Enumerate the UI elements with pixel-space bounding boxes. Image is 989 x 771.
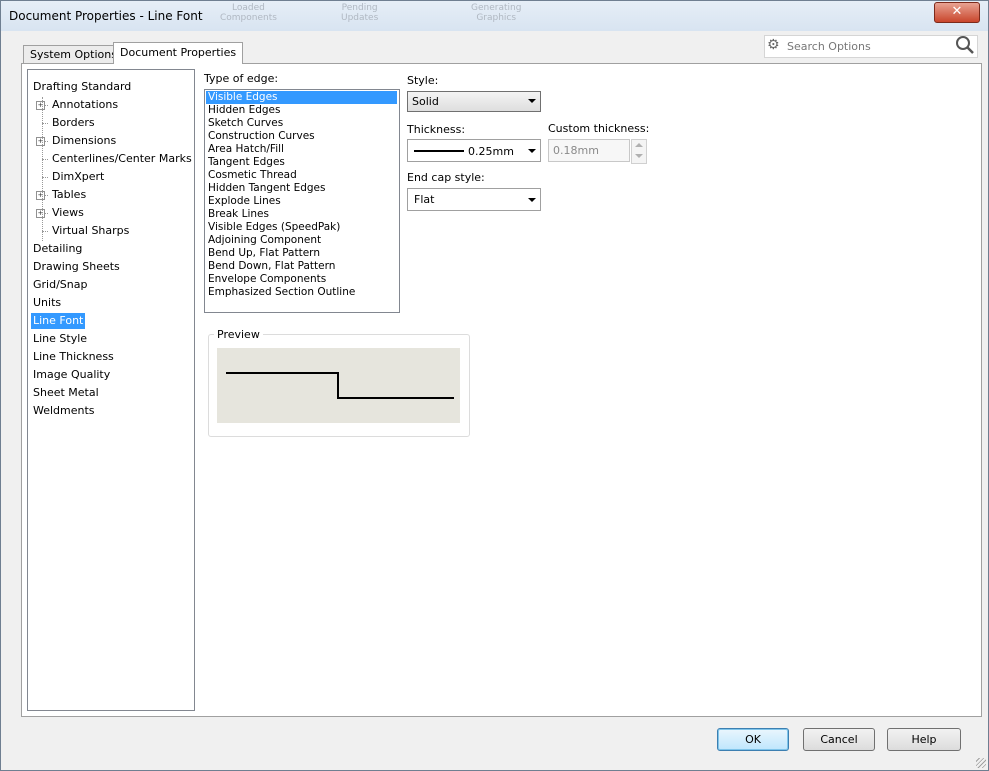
thickness-dropdown[interactable]: 0.25mm: [407, 139, 541, 162]
edge-type-label: Type of edge:: [204, 72, 279, 85]
expand-icon[interactable]: +: [36, 191, 45, 200]
list-item[interactable]: Bend Down, Flat Pattern: [208, 260, 335, 273]
tab-system-options[interactable]: System Options: [23, 45, 124, 64]
tree-item[interactable]: Units: [33, 295, 61, 311]
dialog-window: Document Properties - Line Font Loaded C…: [0, 0, 989, 771]
expand-icon[interactable]: +: [36, 209, 45, 218]
chevron-down-icon[interactable]: [635, 154, 643, 158]
list-item[interactable]: Construction Curves: [208, 130, 315, 143]
search-icon[interactable]: [955, 35, 975, 55]
list-item[interactable]: Sketch Curves: [208, 117, 283, 130]
custom-thickness-value: 0.18mm: [553, 144, 599, 157]
tree-connector: [42, 97, 43, 241]
style-value: Solid: [412, 95, 439, 108]
preview-group: Preview: [208, 328, 470, 437]
ok-button[interactable]: OK: [717, 728, 789, 751]
list-item[interactable]: Tangent Edges: [208, 156, 285, 169]
ghost-status-pending: Pending Updates: [341, 3, 379, 23]
list-item[interactable]: Explode Lines: [208, 195, 281, 208]
cancel-button[interactable]: Cancel: [803, 728, 875, 751]
tree-item[interactable]: Centerlines/Center Marks: [52, 151, 192, 167]
gear-icon[interactable]: ⚙: [767, 37, 780, 53]
tree-item[interactable]: Image Quality: [33, 367, 110, 383]
style-label: Style:: [407, 74, 439, 87]
end-cap-value: Flat: [414, 193, 435, 206]
list-item[interactable]: Hidden Tangent Edges: [208, 182, 326, 195]
list-item[interactable]: Cosmetic Thread: [208, 169, 297, 182]
chevron-down-icon: [528, 198, 536, 202]
end-cap-label: End cap style:: [407, 171, 485, 184]
window-title: Document Properties - Line Font: [9, 9, 203, 23]
tree-item[interactable]: Sheet Metal: [33, 385, 99, 401]
tree-item[interactable]: Grid/Snap: [33, 277, 87, 293]
help-button[interactable]: Help: [887, 728, 961, 751]
tree-item[interactable]: Dimensions: [52, 133, 116, 149]
chevron-down-icon: [528, 149, 536, 153]
expand-icon[interactable]: +: [36, 101, 45, 110]
edge-type-list[interactable]: Visible Edges Hidden Edges Sketch Curves Co…: [204, 89, 400, 313]
list-item[interactable]: Bend Up, Flat Pattern: [208, 247, 320, 260]
chevron-down-icon: [528, 99, 536, 103]
options-tree: Drafting Standard + Annotations Borders + Dim…: [27, 69, 195, 711]
list-item[interactable]: Envelope Components: [208, 273, 326, 286]
tree-item[interactable]: Detailing: [33, 241, 82, 257]
tree-item[interactable]: Line Font: [31, 313, 86, 329]
style-dropdown[interactable]: Solid: [407, 91, 541, 112]
line-sample-icon: [414, 150, 464, 152]
custom-thickness-stepper[interactable]: [631, 139, 647, 164]
search-input[interactable]: Search Options: [787, 40, 871, 53]
title-bar: Document Properties - Line Font Loaded C…: [1, 1, 988, 31]
end-cap-dropdown[interactable]: Flat: [407, 188, 541, 211]
tab-document-properties[interactable]: Document Properties: [113, 42, 244, 64]
search-box[interactable]: ⚙ Search Options: [764, 35, 978, 58]
tree-item[interactable]: Tables: [52, 187, 86, 203]
custom-thickness-field[interactable]: 0.18mm: [548, 139, 630, 162]
tree-item[interactable]: DimXpert: [52, 169, 104, 185]
ghost-status-loaded: Loaded Components: [220, 3, 277, 23]
tree-item[interactable]: Line Thickness: [33, 349, 114, 365]
list-item[interactable]: Visible Edges (SpeedPak): [208, 221, 340, 234]
tree-item[interactable]: Line Style: [33, 331, 87, 347]
tree-item[interactable]: Annotations: [52, 97, 118, 113]
tree-item[interactable]: Borders: [52, 115, 95, 131]
tree-item[interactable]: Views: [52, 205, 84, 221]
options-panel: Drafting Standard + Annotations Borders + Dim…: [21, 63, 982, 717]
list-item[interactable]: Visible Edges: [206, 91, 397, 104]
preview-label: Preview: [214, 328, 263, 341]
tree-item[interactable]: Drawing Sheets: [33, 259, 120, 275]
list-item[interactable]: Area Hatch/Fill: [208, 143, 284, 156]
list-item[interactable]: Break Lines: [208, 208, 269, 221]
tree-item[interactable]: Weldments: [33, 403, 95, 419]
ghost-status-generating: Generating Graphics: [471, 3, 522, 23]
thickness-label: Thickness:: [407, 123, 466, 136]
preview-line: [226, 372, 454, 399]
chevron-up-icon[interactable]: [635, 143, 643, 147]
resize-grip-icon[interactable]: [976, 758, 986, 768]
list-item[interactable]: Emphasized Section Outline: [208, 286, 355, 299]
list-item[interactable]: Hidden Edges: [208, 104, 281, 117]
list-item[interactable]: Adjoining Component: [208, 234, 321, 247]
thickness-value: 0.25mm: [468, 145, 514, 158]
expand-icon[interactable]: +: [36, 137, 45, 146]
preview-canvas: [217, 348, 460, 423]
tree-item[interactable]: Drafting Standard: [33, 79, 131, 95]
close-button[interactable]: ✕: [934, 2, 980, 23]
tree-item[interactable]: Virtual Sharps: [52, 223, 129, 239]
custom-thickness-label: Custom thickness:: [548, 122, 650, 135]
